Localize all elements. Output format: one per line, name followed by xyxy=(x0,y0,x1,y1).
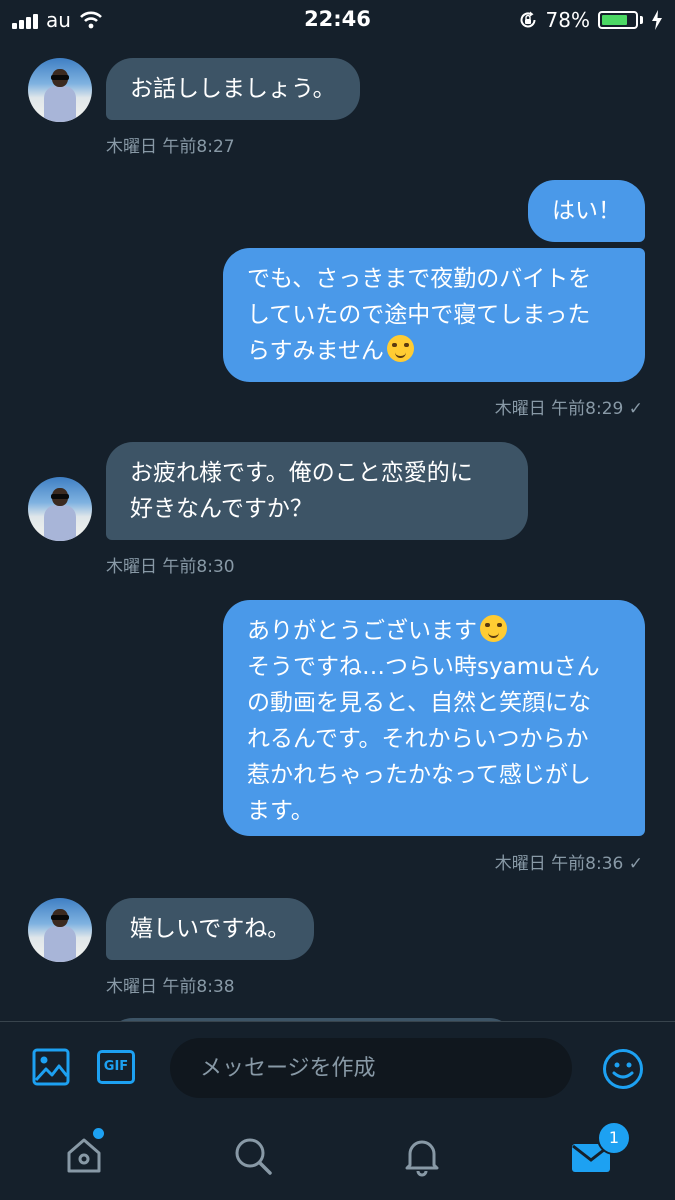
message-timestamp: 木曜日 午前8:27 xyxy=(106,137,235,157)
message-line: 好きなんですか？ xyxy=(130,496,313,522)
messages-badge: 1 xyxy=(597,1121,631,1155)
message-line: ありがとうございます xyxy=(247,613,621,649)
avatar[interactable] xyxy=(28,58,92,122)
incoming-message-bubble[interactable]: お疲れ様です。俺のこと恋愛的に 好きなんですか？ xyxy=(106,442,528,540)
image-icon[interactable] xyxy=(32,1048,70,1086)
emoji-icon[interactable] xyxy=(602,1048,644,1090)
battery-level xyxy=(602,15,627,25)
status-right: 78% xyxy=(518,8,663,32)
battery-percent: 78% xyxy=(545,8,590,32)
tab-home[interactable] xyxy=(61,1133,107,1179)
message-line: らすみません xyxy=(247,333,621,369)
search-icon xyxy=(235,1138,272,1175)
message-line: お疲れ様です。俺のこと恋愛的に xyxy=(130,460,473,486)
message-timestamp: 木曜日 午前8:29 ✓ xyxy=(494,399,643,419)
message-line: していたので途中で寝てしまった xyxy=(247,302,591,328)
tab-bar: 1 xyxy=(0,1115,675,1200)
bell-icon xyxy=(405,1140,439,1177)
status-bar: au 22:46 78% xyxy=(0,0,675,38)
message-input[interactable] xyxy=(170,1038,572,1098)
message-line: でも、さっきまで夜勤のバイトを xyxy=(247,266,592,292)
message-timestamp: 木曜日 午前8:38 xyxy=(106,977,235,997)
rotation-lock-icon xyxy=(520,11,536,28)
battery-icon xyxy=(598,11,638,29)
tab-notifications[interactable] xyxy=(399,1133,445,1179)
message-line: そうですね…つらい時syamuさん xyxy=(247,654,600,680)
avatar[interactable] xyxy=(28,898,92,962)
message-line: ます。 xyxy=(247,798,314,824)
outgoing-message-bubble[interactable]: でも、さっきまで夜勤のバイトを していたので途中で寝てしまった らすみません xyxy=(223,248,645,382)
home-icon xyxy=(67,1138,101,1173)
message-timestamp: 木曜日 午前8:30 xyxy=(106,557,235,577)
outgoing-message-bubble[interactable]: ありがとうございます そうですね…つらい時syamuさん の動画を見ると、自然と… xyxy=(223,600,645,836)
message-line: れるんです。それからいつからか xyxy=(247,726,589,752)
tab-search[interactable] xyxy=(230,1133,276,1179)
incoming-message-bubble[interactable]: 嬉しいですね。 xyxy=(106,898,315,960)
incoming-message-bubble[interactable]: お話ししましょう。 xyxy=(106,58,360,120)
sweat-smile-emoji xyxy=(386,335,414,362)
message-line: の動画を見ると、自然と笑顔にな xyxy=(247,690,592,716)
outgoing-message-bubble[interactable]: はい！ xyxy=(528,180,645,242)
relieved-emoji xyxy=(480,615,507,642)
home-unread-dot xyxy=(93,1128,104,1139)
message-composer: GIF xyxy=(0,1021,675,1115)
battery-cap xyxy=(640,16,643,24)
avatar[interactable] xyxy=(28,477,92,541)
message-thread[interactable]: お話ししましょう。 木曜日 午前8:27 はい！ でも、さっきまで夜勤のバイトを… xyxy=(0,38,675,1021)
gif-button[interactable]: GIF xyxy=(97,1050,135,1084)
message-line: 惹かれちゃったかなって感じがし xyxy=(247,762,591,788)
charging-bolt-icon xyxy=(652,10,662,30)
message-timestamp: 木曜日 午前8:36 ✓ xyxy=(494,854,643,874)
